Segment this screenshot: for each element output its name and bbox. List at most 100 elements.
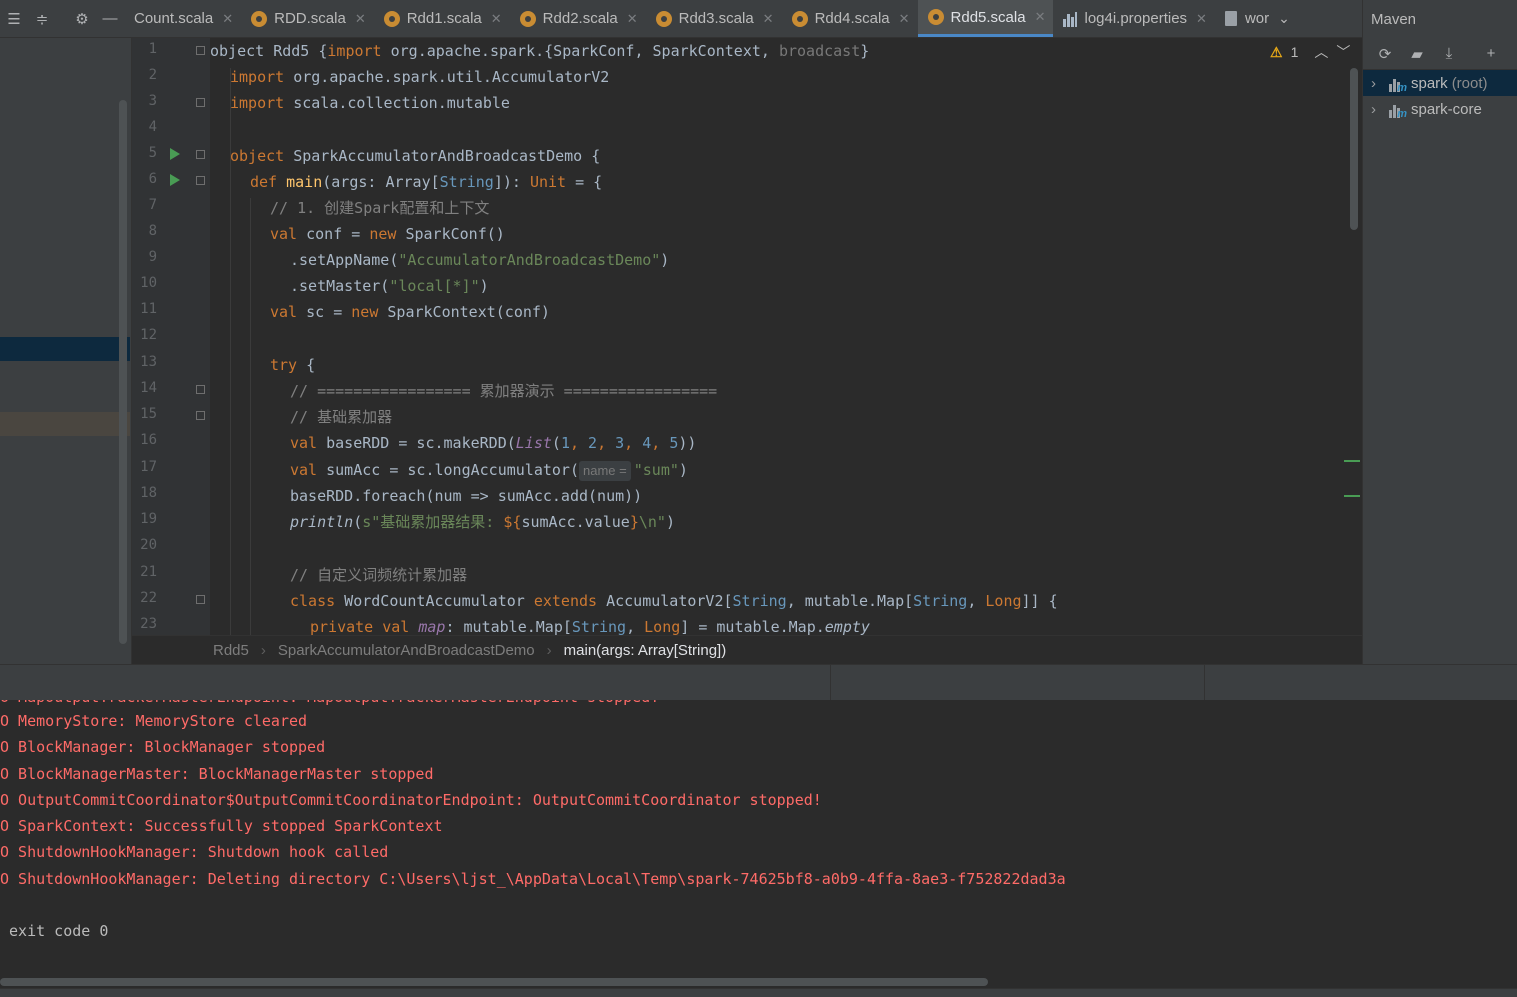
change-marker[interactable] xyxy=(1344,495,1360,497)
close-icon[interactable]: ✕ xyxy=(899,11,910,27)
selected-row[interactable] xyxy=(0,337,130,361)
inspection-widget[interactable]: ⚠ 1 ︿ ﹀ xyxy=(1270,40,1350,64)
code-line: val conf = new SparkConf() xyxy=(270,225,505,243)
console-line: O ShutdownHookManager: Deleting director… xyxy=(0,870,1066,888)
fold-icon[interactable] xyxy=(196,46,205,55)
scala-object-icon xyxy=(927,9,944,25)
tab-log4i-properties[interactable]: log4i.properties ✕ xyxy=(1053,0,1214,37)
warning-icon: ⚠ xyxy=(1270,43,1283,60)
collapse-all-icon[interactable]: ☰ xyxy=(0,0,28,37)
chevron-down-icon[interactable]: ﹀ xyxy=(1336,42,1350,62)
run-icon[interactable] xyxy=(170,148,180,160)
code-line: private val map: mutable.Map[String, Lon… xyxy=(310,618,870,635)
line-number: 7 xyxy=(148,197,157,213)
chevron-right-icon[interactable]: › xyxy=(1371,75,1389,92)
close-icon[interactable]: ✕ xyxy=(627,11,638,27)
tab-rdd2-scala[interactable]: Rdd2.scala ✕ xyxy=(510,0,646,37)
tab-rdd1-scala[interactable]: Rdd1.scala ✕ xyxy=(374,0,510,37)
chevron-down-icon[interactable]: ⌄ xyxy=(1278,10,1290,27)
line-number: 12 xyxy=(140,327,157,343)
code-line: val sumAcc = sc.longAccumulator(name = "s… xyxy=(290,461,688,481)
code-line: .setMaster("local[*]") xyxy=(290,277,489,295)
fold-icon[interactable] xyxy=(196,595,205,604)
tab-wor[interactable]: wor ⌄ xyxy=(1215,0,1298,37)
project-panel xyxy=(0,38,132,664)
folder-icon[interactable]: ▰ xyxy=(1405,45,1429,63)
parameter-hint: name = xyxy=(579,461,631,481)
line-number: 17 xyxy=(140,459,157,475)
gear-icon[interactable]: ⚙ xyxy=(68,0,96,37)
scala-object-icon xyxy=(383,10,400,27)
tab-rdd5-scala[interactable]: Rdd5.scala ✕ xyxy=(917,0,1054,37)
project-scrollbar[interactable] xyxy=(119,100,127,644)
code-line: object Rdd5 {import org.apache.spark.{Sp… xyxy=(210,42,870,60)
tab-label: log4i.properties xyxy=(1084,10,1188,27)
line-number: 21 xyxy=(140,564,157,580)
console-line: exit code 0 xyxy=(0,922,109,940)
fold-icon[interactable] xyxy=(196,176,205,185)
editor-scrollbar[interactable] xyxy=(1350,68,1358,230)
fold-icon[interactable] xyxy=(196,150,205,159)
close-icon[interactable]: ✕ xyxy=(222,11,233,27)
line-number: 5 xyxy=(148,145,157,161)
maven-module-icon: m xyxy=(1389,75,1407,94)
maven-project-spark-core[interactable]: › m spark-core xyxy=(1363,96,1517,122)
code-comment: // 基础累加器 xyxy=(290,408,393,426)
line-number: 3 xyxy=(148,93,157,109)
line-number: 9 xyxy=(148,249,157,265)
run-console[interactable]: O MapOutputTrackerMasterEndpoint: MapOut… xyxy=(0,700,1517,976)
line-number: 1 xyxy=(148,41,157,57)
breadcrumb-item[interactable]: Rdd5 xyxy=(213,642,249,659)
scala-object-icon xyxy=(655,10,672,27)
maven-project-tree: › m spark (root) › m spark-core xyxy=(1362,70,1517,664)
code-line: .setAppName("AccumulatorAndBroadcastDemo… xyxy=(290,251,670,269)
console-line: O SparkContext: Successfully stopped Spa… xyxy=(0,817,443,835)
code-line: def main(args: Array[String]): Unit = { xyxy=(250,173,603,191)
fold-icon[interactable] xyxy=(196,411,205,420)
tab-rdd3-scala[interactable]: Rdd3.scala ✕ xyxy=(646,0,782,37)
maven-project-label: spark-core xyxy=(1411,100,1482,118)
chevron-up-icon[interactable]: ︿ xyxy=(1314,42,1328,62)
download-icon[interactable]: ⤓ xyxy=(1437,45,1461,62)
add-icon[interactable]: + xyxy=(1479,45,1503,62)
fold-icon[interactable] xyxy=(196,98,205,107)
close-icon[interactable]: ✕ xyxy=(763,11,774,27)
code-line: try { xyxy=(270,356,316,374)
close-icon[interactable]: ✕ xyxy=(1196,11,1207,27)
tab-label: Rdd3.scala xyxy=(678,10,754,27)
expand-all-icon[interactable]: ≑ xyxy=(28,0,56,37)
change-marker[interactable] xyxy=(1344,460,1360,462)
highlighted-row[interactable] xyxy=(0,412,130,436)
console-line: O BlockManager: BlockManager stopped xyxy=(0,738,326,756)
breadcrumb-item[interactable]: SparkAccumulatorAndBroadcastDemo xyxy=(278,642,535,659)
scala-object-icon xyxy=(791,10,808,27)
line-number: 11 xyxy=(140,301,157,317)
line-number: 6 xyxy=(148,171,157,187)
console-horizontal-scrollbar[interactable] xyxy=(0,976,1517,988)
minimize-icon[interactable]: — xyxy=(96,0,124,37)
close-icon[interactable]: ✕ xyxy=(355,11,366,27)
chevron-right-icon[interactable]: › xyxy=(1371,101,1389,118)
reload-icon[interactable]: ⟳ xyxy=(1373,45,1397,63)
tab-count-scala[interactable]: Count.scala ✕ xyxy=(124,0,241,37)
maven-project-spark[interactable]: › m spark (root) xyxy=(1363,70,1517,96)
warning-count: 1 xyxy=(1290,44,1299,60)
breadcrumb-item[interactable]: main(args: Array[String]) xyxy=(564,642,727,659)
line-number: 8 xyxy=(148,223,157,239)
code-editor[interactable]: object Rdd5 {import org.apache.spark.{Sp… xyxy=(210,38,1350,635)
maven-project-label: spark xyxy=(1411,74,1448,92)
run-icon[interactable] xyxy=(170,174,180,186)
fold-icon[interactable] xyxy=(196,385,205,394)
line-number: 2 xyxy=(148,67,157,83)
tab-label: Rdd2.scala xyxy=(542,10,618,27)
tab-rdd-scala[interactable]: RDD.scala ✕ xyxy=(241,0,374,37)
breadcrumb: Rdd5 › SparkAccumulatorAndBroadcastDemo … xyxy=(132,635,1362,664)
close-icon[interactable]: ✕ xyxy=(491,11,502,27)
console-line: O MemoryStore: MemoryStore cleared xyxy=(0,712,308,730)
line-number: 14 xyxy=(140,380,157,396)
close-icon[interactable]: ✕ xyxy=(1035,9,1046,25)
line-number: 19 xyxy=(140,511,157,527)
line-number: 10 xyxy=(140,275,157,291)
code-comment: // 1. 创建Spark配置和上下文 xyxy=(270,199,490,217)
tab-rdd4-scala[interactable]: Rdd4.scala ✕ xyxy=(782,0,918,37)
